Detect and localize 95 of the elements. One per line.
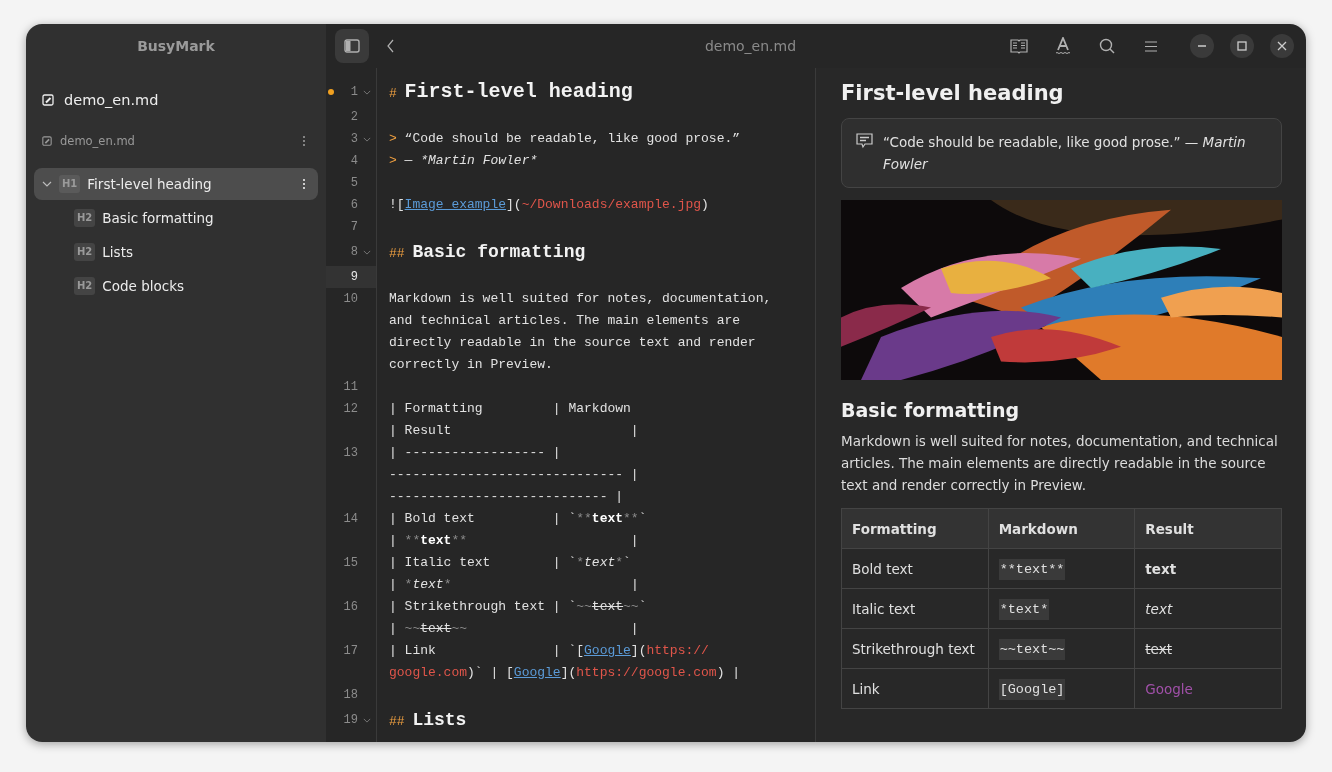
- line-number: 3: [350, 131, 358, 148]
- column-header: Result: [1134, 508, 1282, 549]
- inline-code: *text*: [998, 599, 1050, 620]
- table-text: text: [1145, 600, 1173, 617]
- line-number: 7: [350, 219, 358, 236]
- column-header: Formatting: [841, 508, 989, 549]
- heading-level-badge: H2: [74, 277, 96, 295]
- line-number: 2: [350, 109, 358, 126]
- outline-item[interactable]: H2 Code blocks: [34, 270, 318, 302]
- code-line: # First-level heading: [389, 79, 633, 105]
- line-number: 8: [350, 244, 358, 261]
- code-line: | Italic text | `*text*`: [389, 554, 632, 572]
- line-number: 9: [350, 269, 358, 286]
- code-line: | Result |: [389, 422, 639, 440]
- inline-code: ~~text~~: [998, 639, 1066, 660]
- code-line: > “Code should be readable, like good prose.”: [389, 130, 741, 148]
- code-line: ---------------------------- |: [389, 488, 625, 506]
- outline-item[interactable]: H2 Basic formatting: [34, 202, 318, 234]
- line-number: 18: [343, 687, 358, 704]
- menu-icon: [1145, 40, 1157, 52]
- fold-icon[interactable]: [363, 718, 371, 723]
- document-icon: [42, 94, 54, 106]
- close-icon: [1277, 41, 1287, 51]
- line-number: 11: [343, 379, 358, 396]
- minimize-icon: [1198, 45, 1206, 47]
- line-number: 4: [350, 153, 358, 170]
- heading-level-badge: H2: [74, 209, 96, 227]
- line-number: 17: [343, 643, 358, 660]
- heading-level-badge: H1: [59, 175, 81, 193]
- close-button[interactable]: [1270, 34, 1294, 58]
- sidebar-toggle-button[interactable]: [335, 29, 369, 63]
- code-line: directly readable in the source text and render: [389, 334, 757, 352]
- fold-icon[interactable]: [363, 90, 371, 95]
- table-cell: Bold text: [841, 548, 989, 589]
- heading-level-badge: H2: [74, 243, 96, 261]
- line-number: 12: [343, 401, 358, 418]
- code-line: ## Basic formatting: [389, 241, 586, 264]
- maximize-icon: [1237, 41, 1247, 51]
- panel-icon: [344, 39, 360, 53]
- more-icon[interactable]: [302, 178, 306, 190]
- line-number: 15: [343, 555, 358, 572]
- file-name: demo_en.md: [64, 92, 159, 108]
- code-line: | Link | `[Google](https://: [389, 642, 710, 660]
- chevron-icon[interactable]: [42, 181, 52, 187]
- code-line: | *text* |: [389, 576, 639, 594]
- table-text: text: [1145, 560, 1177, 577]
- code-line: and technical articles. The main elements are: [389, 312, 742, 330]
- maximize-button[interactable]: [1230, 34, 1254, 58]
- paragraph: Markdown is well suited for notes, documentation, and technical articles. The main elements are directly readable in the source text and render correctly in Preview.: [841, 432, 1279, 495]
- table-cell: Strikethrough text: [841, 628, 989, 669]
- outline-item[interactable]: H1 First-level heading: [34, 168, 318, 200]
- code-line: | Strikethrough text | `~~text~~`: [389, 598, 647, 616]
- code-line: | ------------------ |: [389, 444, 562, 462]
- more-icon[interactable]: [302, 135, 306, 147]
- chevron-left-icon: [386, 39, 394, 53]
- line-number: 19: [343, 712, 358, 729]
- outline-item[interactable]: H2 Lists: [34, 236, 318, 268]
- minimize-button[interactable]: [1190, 34, 1214, 58]
- table-text: text: [1145, 640, 1172, 657]
- line-number: 1: [350, 84, 358, 101]
- line-number: 14: [343, 511, 358, 528]
- code-line: ------------------------------ |: [389, 466, 639, 484]
- code-line: google.com)` | [Google](https://google.com) |: [389, 664, 741, 682]
- app-title: BusyMark: [136, 37, 216, 56]
- fold-icon[interactable]: [363, 137, 371, 142]
- search-icon: [1099, 38, 1115, 54]
- column-header: Markdown: [988, 508, 1135, 549]
- line-number: 10: [343, 291, 358, 308]
- code-line: ![Image example](~/Downloads/example.jpg): [389, 196, 709, 214]
- quote-text: “Code should be readable, like good prose.” — Martin Fowler: [883, 133, 1247, 174]
- code-line: | ~~text~~ |: [389, 620, 640, 638]
- code-line: | **text** |: [389, 532, 640, 550]
- code-line: > — *Martin Fowler*: [389, 152, 538, 170]
- document-row[interactable]: demo_en.md: [42, 129, 318, 153]
- code-line: ## Lists: [389, 709, 467, 732]
- line-number: 6: [350, 197, 358, 214]
- table-cell: Italic text: [841, 588, 989, 629]
- book-icon: [1010, 38, 1028, 54]
- code-line: correctly in Preview.: [389, 356, 554, 374]
- heading: Basic formatting: [841, 398, 1021, 423]
- code-line: | Bold text | `**text**`: [389, 510, 647, 528]
- fold-icon[interactable]: [363, 250, 371, 255]
- line-number: 16: [343, 599, 358, 616]
- inline-code: **text**: [998, 559, 1066, 580]
- table-cell: Link: [841, 668, 989, 709]
- inline-code: [Google]: [998, 679, 1066, 700]
- quote-icon: [856, 133, 873, 149]
- line-number: 13: [343, 445, 358, 462]
- heading: First-level heading: [841, 80, 1065, 107]
- code-line: | Formatting | Markdown: [389, 400, 632, 418]
- document-title: demo_en.md: [703, 38, 798, 54]
- font-icon: [1055, 37, 1071, 55]
- document-icon: [42, 136, 52, 146]
- code-line: Markdown is well suited for notes, documentation,: [389, 290, 772, 308]
- line-number: 5: [350, 175, 358, 192]
